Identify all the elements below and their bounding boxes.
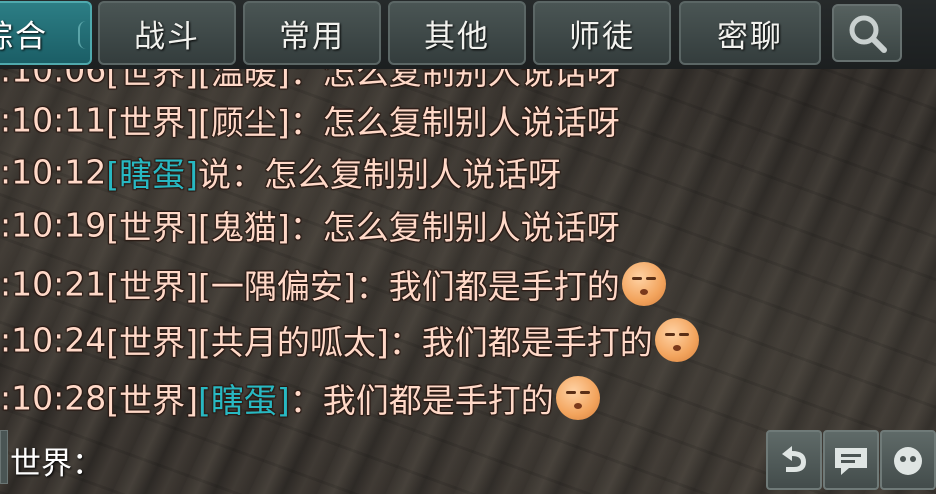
message-sender[interactable]: [瞎蛋] [106,155,198,194]
message-separator: ： [289,381,323,420]
tab-collapse-notch [78,21,92,49]
message-text: 怎么复制别人说话呀 [322,103,620,142]
message-text: 我们都是手打的 [421,323,653,362]
message-sender[interactable]: [共月的呱太] [198,323,389,362]
tab-label: 密聊 [717,18,783,55]
chat-bubble-button[interactable] [823,430,879,490]
emoji-icon [894,447,922,475]
back-button[interactable] [766,430,822,490]
tab-label: 综合 [0,18,48,55]
tab-label: 其他 [424,18,490,55]
message-sender[interactable]: [鬼猫] [198,208,290,247]
message-channel[interactable]: [世界] [106,381,198,420]
squint-face-emoji-icon [654,318,699,362]
chat-message[interactable]: :10:12[瞎蛋]说：怎么复制别人说话呀 [0,148,561,200]
tab-mentor[interactable]: 师徒 [533,1,671,65]
message-text: 怎么复制别人说话呀 [263,155,561,194]
channel-tab-bar: 综合 战斗 常用 其他 师徒 密聊 [0,0,936,69]
message-time: :10:19 [0,205,107,245]
message-time: :10:12 [0,152,107,192]
message-text: 我们都是手打的 [388,267,620,306]
tab-label: 常用 [279,18,345,55]
message-separator: 说： [197,155,264,194]
emoji-button[interactable] [880,430,936,490]
tab-label: 战斗 [134,18,200,55]
message-separator: ： [289,208,323,247]
tab-combat[interactable]: 战斗 [98,1,236,65]
search-icon [849,15,887,53]
message-sender[interactable]: [瞎蛋] [198,381,290,420]
message-channel[interactable]: [世界] [106,267,198,306]
squint-face-emoji-icon [555,376,600,420]
message-channel[interactable]: [世界] [106,323,198,362]
undo-arrow-icon [782,446,806,472]
chat-message[interactable]: :10:21[世界][一隅偏安]：我们都是手打的 [0,260,666,312]
message-time: :10:21 [0,264,107,304]
search-button[interactable] [832,4,902,62]
chat-message[interactable]: :10:11[世界][顾尘]：怎么复制别人说话呀 [0,96,620,148]
message-separator: ： [289,103,323,142]
tab-other[interactable]: 其他 [388,1,526,65]
chat-message[interactable]: :10:24[世界][共月的呱太]：我们都是手打的 [0,316,699,368]
message-text: 怎么复制别人说话呀 [322,208,620,247]
chat-bubble-icon [835,448,867,475]
chat-message[interactable]: :10:19[世界][鬼猫]：怎么复制别人说话呀 [0,201,620,253]
message-time: :10:28 [0,378,107,418]
chat-input-row[interactable]: 世界： [0,428,760,488]
tab-general[interactable]: 综合 [0,1,92,65]
chat-action-buttons [766,430,936,490]
message-time: :10:11 [0,100,107,140]
tab-label: 师徒 [569,18,635,55]
tab-private-chat[interactable]: 密聊 [679,1,821,65]
message-channel[interactable]: [世界] [106,208,198,247]
message-text: 我们都是手打的 [322,381,554,420]
message-separator: ： [355,267,389,306]
chat-message[interactable]: :10:28[世界][瞎蛋]：我们都是手打的 [0,374,600,426]
message-sender[interactable]: [顾尘] [198,103,290,142]
squint-face-emoji-icon [621,262,666,306]
tab-common[interactable]: 常用 [243,1,381,65]
message-channel[interactable]: [世界] [106,103,198,142]
input-left-edge [0,430,8,484]
message-time: :10:24 [0,320,107,360]
message-separator: ： [388,323,422,362]
message-sender[interactable]: [一隅偏安] [198,267,356,306]
input-channel-label[interactable]: 世界： [10,438,103,483]
